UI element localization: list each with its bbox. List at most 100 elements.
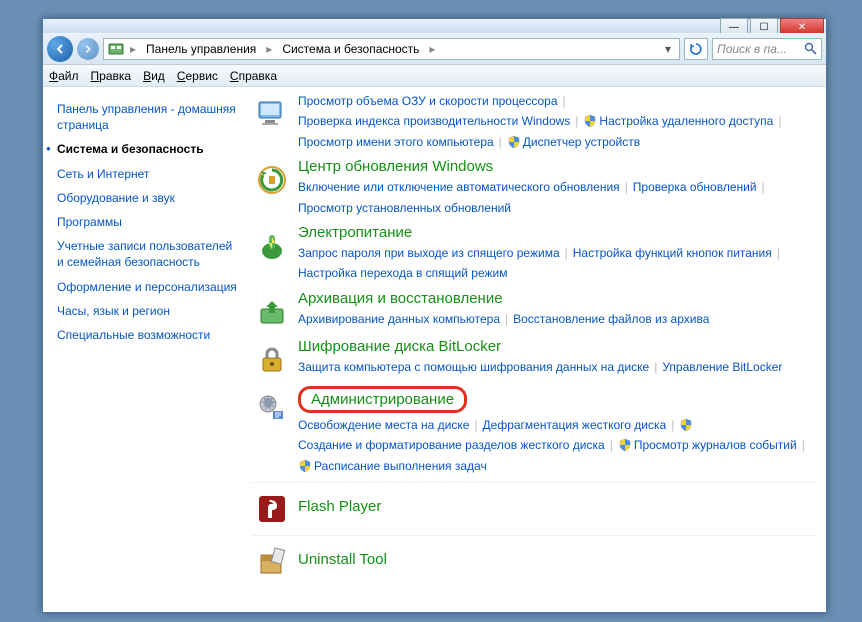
forward-button[interactable] bbox=[77, 38, 99, 60]
task-link[interactable]: Просмотр имени этого компьютера bbox=[298, 135, 494, 149]
address-bar[interactable]: ▸ Панель управления ▸ Система и безопасн… bbox=[103, 38, 680, 60]
sidebar: Панель управления - домашняя страницаСис… bbox=[43, 87, 248, 612]
content-pane: Просмотр объема ОЗУ и скорости процессор… bbox=[248, 87, 826, 612]
chevron-right-icon: ▸ bbox=[128, 42, 138, 56]
navbar: ▸ Панель управления ▸ Система и безопасн… bbox=[43, 33, 826, 65]
control-panel-icon bbox=[108, 41, 124, 57]
task-link[interactable]: Настройка функций кнопок питания bbox=[573, 246, 772, 260]
uninstall-icon bbox=[252, 542, 292, 582]
refresh-button[interactable] bbox=[684, 38, 708, 60]
shield-icon bbox=[618, 438, 632, 452]
admin-icon bbox=[252, 388, 292, 428]
bitlocker-icon bbox=[252, 340, 292, 380]
category-uninstall: Uninstall Tool bbox=[252, 535, 816, 582]
link-separator: | bbox=[570, 114, 583, 128]
link-separator: | bbox=[773, 114, 786, 128]
task-link[interactable]: Просмотр объема ОЗУ и скорости процессор… bbox=[298, 94, 558, 108]
explorer-window: — ☐ ✕ ▸ Панель управления ▸ Система и бе… bbox=[42, 18, 827, 613]
task-link[interactable]: Проверка обновлений bbox=[633, 180, 757, 194]
menu-help[interactable]: Справка bbox=[230, 69, 277, 83]
task-link[interactable]: Восстановление файлов из архива bbox=[513, 312, 709, 326]
sidebar-item-1[interactable]: Система и безопасность bbox=[57, 137, 240, 161]
search-placeholder: Поиск в па... bbox=[717, 42, 787, 56]
task-link[interactable]: Включение или отключение автоматического… bbox=[298, 180, 620, 194]
link-separator: | bbox=[560, 246, 573, 260]
category-links: Архивирование данных компьютера|Восстано… bbox=[298, 309, 816, 329]
sidebar-item-6[interactable]: Оформление и персонализация bbox=[57, 275, 240, 299]
back-button[interactable] bbox=[47, 36, 73, 62]
breadcrumb-control-panel[interactable]: Панель управления bbox=[142, 41, 260, 57]
task-link[interactable]: Расписание выполнения задач bbox=[314, 459, 487, 473]
task-link[interactable]: Настройка перехода в спящий режим bbox=[298, 266, 507, 280]
category-links: Включение или отключение автоматического… bbox=[298, 177, 816, 218]
category-update: Центр обновления Windows Включение или от… bbox=[252, 158, 816, 218]
sidebar-item-4[interactable]: Программы bbox=[57, 210, 240, 234]
category-title-uninstall[interactable]: Uninstall Tool bbox=[298, 551, 387, 568]
sidebar-item-8[interactable]: Специальные возможности bbox=[57, 323, 240, 347]
category-title-bitlocker[interactable]: Шифрование диска BitLocker bbox=[298, 338, 501, 355]
link-separator: | bbox=[666, 418, 679, 432]
category-power: Электропитание Запрос пароля при выходе и… bbox=[252, 224, 816, 284]
link-separator: | bbox=[558, 94, 571, 108]
link-separator: | bbox=[620, 180, 633, 194]
link-separator: | bbox=[494, 135, 507, 149]
shield-icon bbox=[679, 418, 693, 432]
category-links: Защита компьютера с помощью шифрования д… bbox=[298, 357, 816, 377]
link-separator: | bbox=[500, 312, 513, 326]
sidebar-item-5[interactable]: Учетные записи пользователей и семейная … bbox=[57, 234, 240, 274]
link-separator: | bbox=[469, 418, 482, 432]
task-link[interactable]: Просмотр журналов событий bbox=[634, 438, 797, 452]
category-bitlocker: Шифрование диска BitLocker Защита компьют… bbox=[252, 338, 816, 380]
task-link[interactable]: Диспетчер устройств bbox=[523, 135, 640, 149]
link-separator: | bbox=[797, 438, 810, 452]
category-backup: Архивация и восстановление Архивирование … bbox=[252, 290, 816, 332]
task-link[interactable]: Управление BitLocker bbox=[662, 360, 782, 374]
category-flash: Flash Player bbox=[252, 482, 816, 529]
shield-icon bbox=[507, 135, 521, 149]
search-input[interactable]: Поиск в па... bbox=[712, 38, 822, 60]
task-link[interactable]: Просмотр установленных обновлений bbox=[298, 201, 511, 215]
link-separator: | bbox=[772, 246, 785, 260]
task-link[interactable]: Освобождение места на диске bbox=[298, 418, 469, 432]
category-title-flash[interactable]: Flash Player bbox=[298, 498, 381, 515]
category-title-update[interactable]: Центр обновления Windows bbox=[298, 158, 493, 175]
search-icon bbox=[804, 42, 817, 55]
system-icon bbox=[252, 93, 292, 133]
category-links: Освобождение места на диске|Дефрагментац… bbox=[298, 415, 816, 476]
chevron-right-icon: ▸ bbox=[264, 42, 274, 56]
menu-view[interactable]: Вид bbox=[143, 69, 165, 83]
flash-icon bbox=[252, 489, 292, 529]
task-link[interactable]: Дефрагментация жесткого диска bbox=[483, 418, 667, 432]
sidebar-item-7[interactable]: Часы, язык и регион bbox=[57, 299, 240, 323]
category-title-admin[interactable]: Администрирование bbox=[298, 386, 467, 413]
category-title-backup[interactable]: Архивация и восстановление bbox=[298, 290, 503, 307]
link-separator: | bbox=[649, 360, 662, 374]
category-admin: АдминистрированиеОсвобождение места на д… bbox=[252, 386, 816, 476]
menu-file[interactable]: Файл bbox=[49, 69, 79, 83]
category-title-power[interactable]: Электропитание bbox=[298, 224, 412, 241]
shield-icon bbox=[583, 114, 597, 128]
menu-edit[interactable]: Правка bbox=[91, 69, 132, 83]
backup-icon bbox=[252, 292, 292, 332]
sidebar-item-0[interactable]: Панель управления - домашняя страница bbox=[57, 97, 240, 137]
task-link[interactable]: Запрос пароля при выходе из спящего режи… bbox=[298, 246, 560, 260]
chevron-right-icon: ▸ bbox=[427, 42, 437, 56]
task-link[interactable]: Проверка индекса производительности Wind… bbox=[298, 114, 570, 128]
link-separator: | bbox=[757, 180, 770, 194]
category-links: Запрос пароля при выходе из спящего режи… bbox=[298, 243, 816, 284]
power-icon bbox=[252, 226, 292, 266]
address-dropdown-button[interactable]: ▾ bbox=[661, 42, 675, 56]
task-link[interactable]: Защита компьютера с помощью шифрования д… bbox=[298, 360, 649, 374]
task-link[interactable]: Создание и форматирование разделов жестк… bbox=[298, 438, 605, 452]
update-icon bbox=[252, 160, 292, 200]
breadcrumb-system-security[interactable]: Система и безопасность bbox=[278, 41, 423, 57]
task-link[interactable]: Архивирование данных компьютера bbox=[298, 312, 500, 326]
shield-icon bbox=[298, 459, 312, 473]
menu-tools[interactable]: Сервис bbox=[177, 69, 218, 83]
link-separator: | bbox=[605, 438, 618, 452]
menubar: Файл Правка Вид Сервис Справка bbox=[43, 65, 826, 87]
task-link[interactable]: Настройка удаленного доступа bbox=[599, 114, 773, 128]
category-system: Просмотр объема ОЗУ и скорости процессор… bbox=[252, 91, 816, 152]
sidebar-item-3[interactable]: Оборудование и звук bbox=[57, 186, 240, 210]
sidebar-item-2[interactable]: Сеть и Интернет bbox=[57, 162, 240, 186]
